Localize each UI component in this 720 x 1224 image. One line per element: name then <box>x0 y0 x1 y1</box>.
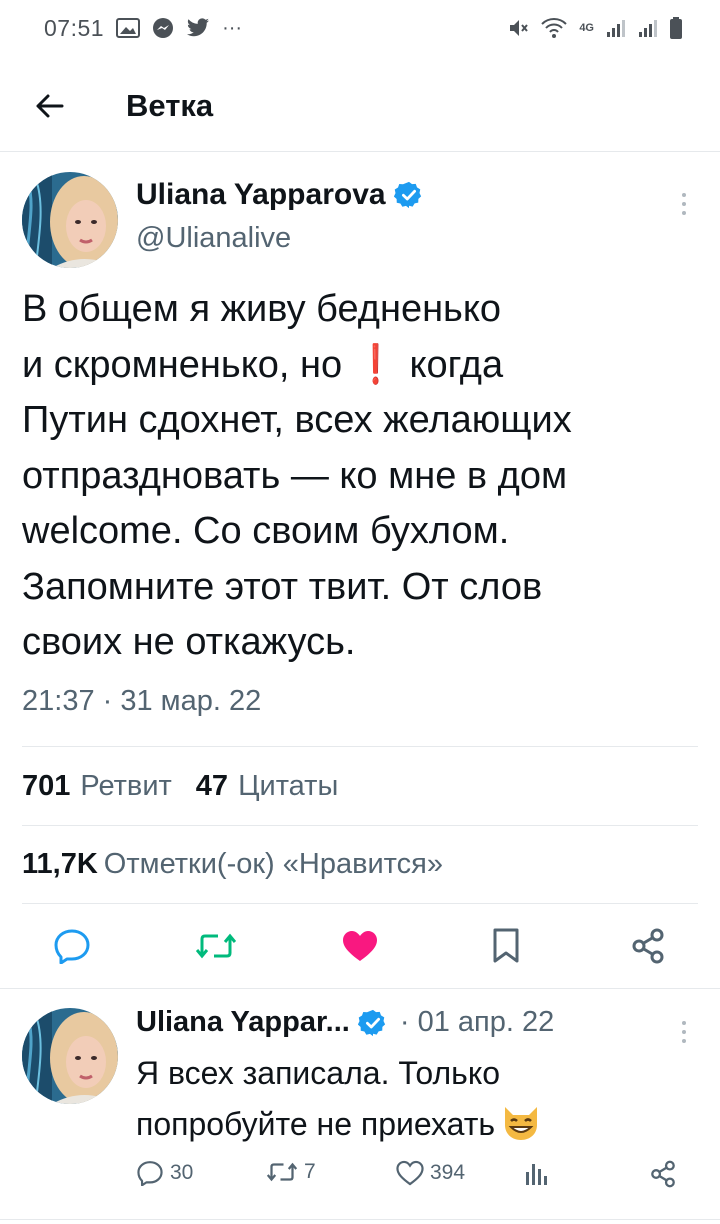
author-row: Uliana Yapparova <box>136 178 424 212</box>
bookmark-icon <box>493 928 519 963</box>
battery-icon <box>670 17 682 39</box>
like-count[interactable]: 11,7K <box>22 848 98 881</box>
divider <box>22 746 698 747</box>
like-stats: 11,7K Отметки(-ок) «Нравится» <box>22 848 457 881</box>
reply-icon <box>137 1161 163 1186</box>
tweet-actions <box>0 918 720 974</box>
like-icon <box>396 1160 424 1186</box>
retweet-icon <box>266 1162 298 1182</box>
like-label[interactable]: Отметки(-ок) «Нравится» <box>104 848 443 881</box>
page-title: Ветка <box>126 88 214 123</box>
reply-button[interactable] <box>52 926 92 966</box>
retweet-stats: 701 Ретвит 47 Цитаты <box>22 770 352 803</box>
back-button[interactable] <box>30 86 70 126</box>
reply-author-row: Uliana Yappar... · 01 апр. 22 <box>136 1006 554 1039</box>
more-vertical-icon <box>682 193 686 215</box>
gallery-icon <box>116 18 141 38</box>
status-bar: 07:51 ··· 4G <box>0 0 720 56</box>
reply-more-options-button[interactable] <box>672 1012 696 1052</box>
tweet-line: и скромненько, но ❗ когда <box>22 338 702 394</box>
tweet-text: В общем я живу бедненько и скромненько, … <box>22 282 702 671</box>
verified-badge-icon <box>393 181 421 209</box>
reply-retweet-button[interactable]: 7 <box>266 1160 316 1184</box>
divider <box>0 1219 720 1220</box>
retweet-label[interactable]: Ретвит <box>80 770 171 803</box>
reply-actions: 30 7 394 <box>0 1160 720 1200</box>
analytics-button[interactable] <box>524 1160 548 1186</box>
author-name[interactable]: Uliana Yapparova <box>136 178 386 212</box>
share-button[interactable] <box>628 926 668 966</box>
retweet-button[interactable] <box>196 926 236 966</box>
mute-icon <box>507 17 529 39</box>
reply-like-button[interactable]: 394 <box>396 1160 465 1186</box>
divider <box>22 903 698 904</box>
divider <box>22 825 698 826</box>
analytics-icon <box>526 1164 547 1185</box>
arrow-left-icon <box>36 94 64 118</box>
smiling-cat-emoji <box>501 1103 541 1156</box>
tweet-line: welcome. Со своим бухлом. <box>22 510 510 552</box>
reply-text: Я всех записала. Только попробуйте не пр… <box>136 1048 696 1156</box>
share-icon <box>632 928 664 964</box>
quote-count[interactable]: 47 <box>196 770 228 803</box>
tweet-line: отпраздновать — ко мне в дом <box>22 454 568 497</box>
tweet-line: Путин сдохнет, всех желающих <box>22 399 572 441</box>
retweet-count: 7 <box>304 1160 316 1183</box>
like-button[interactable] <box>340 926 380 966</box>
reply-line: попробуйте не приехать 😸 <box>136 1099 696 1156</box>
tweet-line: В общем я живу бедненько <box>22 288 502 330</box>
more-notifications: ··· <box>222 16 243 39</box>
bookmark-button[interactable] <box>486 926 526 966</box>
avatar[interactable] <box>22 172 118 268</box>
quote-label[interactable]: Цитаты <box>238 770 338 803</box>
verified-badge-icon <box>357 1009 385 1036</box>
reply-share-button[interactable] <box>650 1160 676 1188</box>
signal-icon <box>606 18 626 38</box>
wifi-icon <box>541 17 568 39</box>
more-vertical-icon <box>682 1021 686 1043</box>
retweet-icon <box>196 933 236 959</box>
tweet-line: Запомните этот твит. От слов <box>22 565 543 608</box>
messenger-icon <box>152 17 174 39</box>
share-icon <box>651 1160 675 1188</box>
like-count: 394 <box>430 1161 466 1184</box>
reply-avatar[interactable] <box>22 1008 118 1104</box>
retweet-count[interactable]: 701 <box>22 770 70 803</box>
reply-date[interactable]: · 01 апр. 22 <box>400 1006 554 1039</box>
reply-author-name[interactable]: Uliana Yappar... <box>136 1006 350 1039</box>
thread-header: Ветка <box>0 60 720 152</box>
tweet-timestamp[interactable]: 21:37 · 31 мар. 22 <box>22 685 261 718</box>
reply-reply-button[interactable]: 30 <box>136 1160 193 1186</box>
reply-icon <box>54 929 90 964</box>
author-handle[interactable]: @Ulianalive <box>136 222 291 255</box>
network-type: 4G <box>579 21 594 34</box>
reply-line: Я всех записала. Только <box>136 1055 500 1091</box>
tweet-line: своих не откажусь. <box>22 621 356 663</box>
more-options-button[interactable] <box>672 184 696 224</box>
signal-icon-2 <box>638 18 658 38</box>
status-time: 07:51 <box>44 14 105 41</box>
like-icon <box>343 931 377 961</box>
exclamation-emoji: ❗ <box>359 343 393 386</box>
twitter-icon <box>186 18 210 38</box>
divider <box>0 988 720 989</box>
reply-count: 30 <box>170 1161 194 1184</box>
